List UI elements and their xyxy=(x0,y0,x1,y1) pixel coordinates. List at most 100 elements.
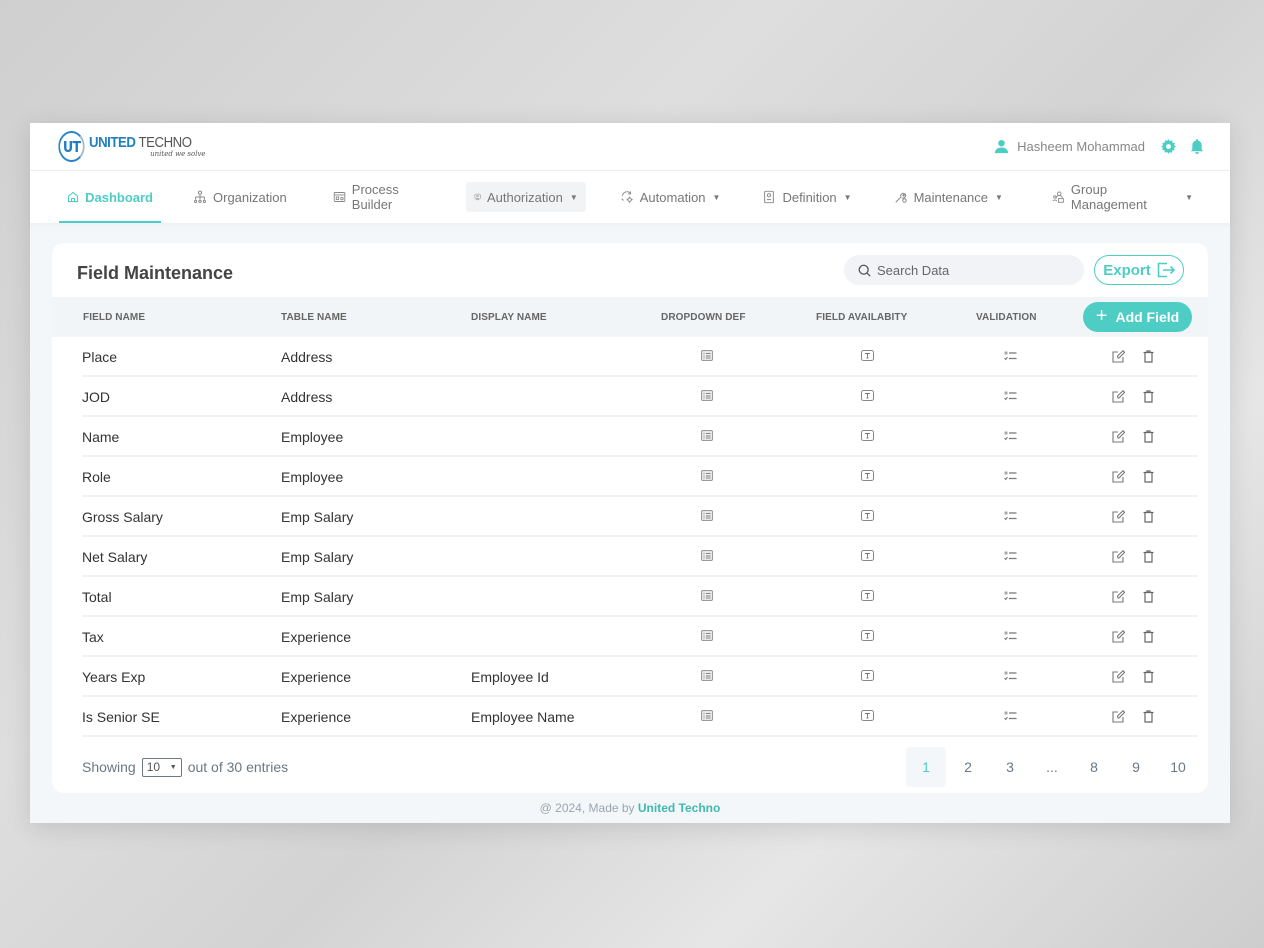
table-row[interactable]: Gross Salary Emp Salary xyxy=(82,497,1198,537)
dropdown-def-icon[interactable] xyxy=(701,670,713,681)
edit-icon[interactable] xyxy=(1112,590,1125,603)
dropdown-def-icon[interactable] xyxy=(701,510,713,521)
nav-group-management[interactable]: Group Management ▼ xyxy=(1044,182,1201,212)
delete-icon[interactable] xyxy=(1143,390,1154,403)
nav-definition[interactable]: Definition ▼ xyxy=(754,182,859,212)
col-table-name[interactable]: TABLE NAME xyxy=(281,312,347,323)
export-icon xyxy=(1157,262,1175,278)
logo-tagline: united we solve xyxy=(150,150,206,158)
nav-maintenance[interactable]: Maintenance ▼ xyxy=(886,182,1011,212)
field-availability-icon[interactable] xyxy=(861,350,874,361)
table-row[interactable]: JOD Address xyxy=(82,377,1198,417)
delete-icon[interactable] xyxy=(1143,590,1154,603)
field-availability-icon[interactable] xyxy=(861,390,874,401)
page-button[interactable]: 8 xyxy=(1074,747,1114,787)
page-button[interactable]: 9 xyxy=(1116,747,1156,787)
export-button[interactable]: Export xyxy=(1094,255,1184,285)
delete-icon[interactable] xyxy=(1143,510,1154,523)
delete-icon[interactable] xyxy=(1143,470,1154,483)
col-field-availability[interactable]: FIELD AVAILABITY xyxy=(816,312,907,323)
edit-icon[interactable] xyxy=(1112,470,1125,483)
delete-icon[interactable] xyxy=(1143,430,1154,443)
table-row[interactable]: Is Senior SE Experience Employee Name xyxy=(82,697,1198,737)
footer-brand-link[interactable]: United Techno xyxy=(638,801,720,815)
bell-icon[interactable] xyxy=(1190,139,1204,154)
logo[interactable]: UT UNITED TECHNO united we solve xyxy=(56,131,206,162)
gear-icon[interactable] xyxy=(1161,139,1176,154)
delete-icon[interactable] xyxy=(1143,630,1154,643)
dropdown-def-icon[interactable] xyxy=(701,550,713,561)
field-availability-icon[interactable] xyxy=(861,590,874,601)
table-row[interactable]: Total Emp Salary xyxy=(82,577,1198,617)
field-availability-icon[interactable] xyxy=(861,670,874,681)
authorization-icon xyxy=(474,193,481,201)
col-dropdown-def[interactable]: DROPDOWN DEF xyxy=(661,312,746,323)
page-button[interactable]: 1 xyxy=(906,747,946,787)
dropdown-def-icon[interactable] xyxy=(701,390,713,401)
chevron-down-icon: ▼ xyxy=(995,192,1003,202)
page-button[interactable]: 2 xyxy=(948,747,988,787)
delete-icon[interactable] xyxy=(1143,350,1154,363)
cell-table-name: Experience xyxy=(281,629,352,645)
col-field-name[interactable]: FIELD NAME xyxy=(83,312,145,323)
dropdown-def-icon[interactable] xyxy=(701,470,713,481)
field-availability-icon[interactable] xyxy=(861,510,874,521)
dropdown-def-icon[interactable] xyxy=(701,710,713,721)
edit-icon[interactable] xyxy=(1112,710,1125,723)
validation-icon[interactable] xyxy=(1004,631,1017,641)
nav-organization[interactable]: Organization xyxy=(185,182,295,212)
field-maintenance-card: Field Maintenance Export FIELD NAME TABL… xyxy=(52,243,1208,793)
edit-icon[interactable] xyxy=(1112,350,1125,363)
delete-icon[interactable] xyxy=(1143,550,1154,563)
edit-icon[interactable] xyxy=(1112,510,1125,523)
search-box[interactable] xyxy=(844,255,1084,285)
nav-dashboard[interactable]: Dashboard xyxy=(59,182,161,223)
table-row[interactable]: Place Address xyxy=(82,337,1198,377)
dropdown-def-icon[interactable] xyxy=(701,350,713,361)
table-row[interactable]: Net Salary Emp Salary xyxy=(82,537,1198,577)
field-availability-icon[interactable] xyxy=(861,470,874,481)
field-availability-icon[interactable] xyxy=(861,430,874,441)
validation-icon[interactable] xyxy=(1004,711,1017,721)
edit-icon[interactable] xyxy=(1112,630,1125,643)
edit-icon[interactable] xyxy=(1112,390,1125,403)
edit-icon[interactable] xyxy=(1112,430,1125,443)
page-button[interactable]: 3 xyxy=(990,747,1030,787)
field-availability-icon[interactable] xyxy=(861,710,874,721)
validation-icon[interactable] xyxy=(1004,591,1017,601)
validation-icon[interactable] xyxy=(1004,551,1017,561)
dropdown-def-icon[interactable] xyxy=(701,630,713,641)
org-chart-icon xyxy=(194,190,206,203)
automation-icon xyxy=(621,191,633,203)
dropdown-def-icon[interactable] xyxy=(701,590,713,601)
validation-icon[interactable] xyxy=(1004,431,1017,441)
nav-authorization[interactable]: Authorization ▼ xyxy=(465,182,586,212)
user-name[interactable]: Hasheem Mohammad xyxy=(1017,139,1145,154)
search-input[interactable] xyxy=(877,262,1057,278)
edit-icon[interactable] xyxy=(1112,550,1125,563)
validation-icon[interactable] xyxy=(1004,471,1017,481)
validation-icon[interactable] xyxy=(1004,351,1017,361)
validation-icon[interactable] xyxy=(1004,391,1017,401)
field-availability-icon[interactable] xyxy=(861,550,874,561)
edit-icon[interactable] xyxy=(1112,670,1125,683)
table-row[interactable]: Tax Experience xyxy=(82,617,1198,657)
nav-automation[interactable]: Automation ▼ xyxy=(612,182,729,212)
add-field-button[interactable]: + Add Field xyxy=(1083,302,1192,332)
table-row[interactable]: Role Employee xyxy=(82,457,1198,497)
delete-icon[interactable] xyxy=(1143,670,1154,683)
validation-icon[interactable] xyxy=(1004,671,1017,681)
dropdown-def-icon[interactable] xyxy=(701,430,713,441)
col-validation[interactable]: VALIDATION xyxy=(976,312,1037,323)
page-button[interactable]: 10 xyxy=(1158,747,1198,787)
cell-field-name: Name xyxy=(82,429,120,445)
page-size-select[interactable]: 10 ▼ xyxy=(141,757,182,777)
table-row[interactable]: Years Exp Experience Employee Id xyxy=(82,657,1198,697)
table-row[interactable]: Name Employee xyxy=(82,417,1198,457)
field-availability-icon[interactable] xyxy=(861,630,874,641)
validation-icon[interactable] xyxy=(1004,511,1017,521)
nav-process-builder[interactable]: Process Builder xyxy=(325,182,445,212)
col-display-name[interactable]: DISPLAY NAME xyxy=(471,312,547,323)
delete-icon[interactable] xyxy=(1143,710,1154,723)
cell-field-name: Gross Salary xyxy=(82,509,163,525)
